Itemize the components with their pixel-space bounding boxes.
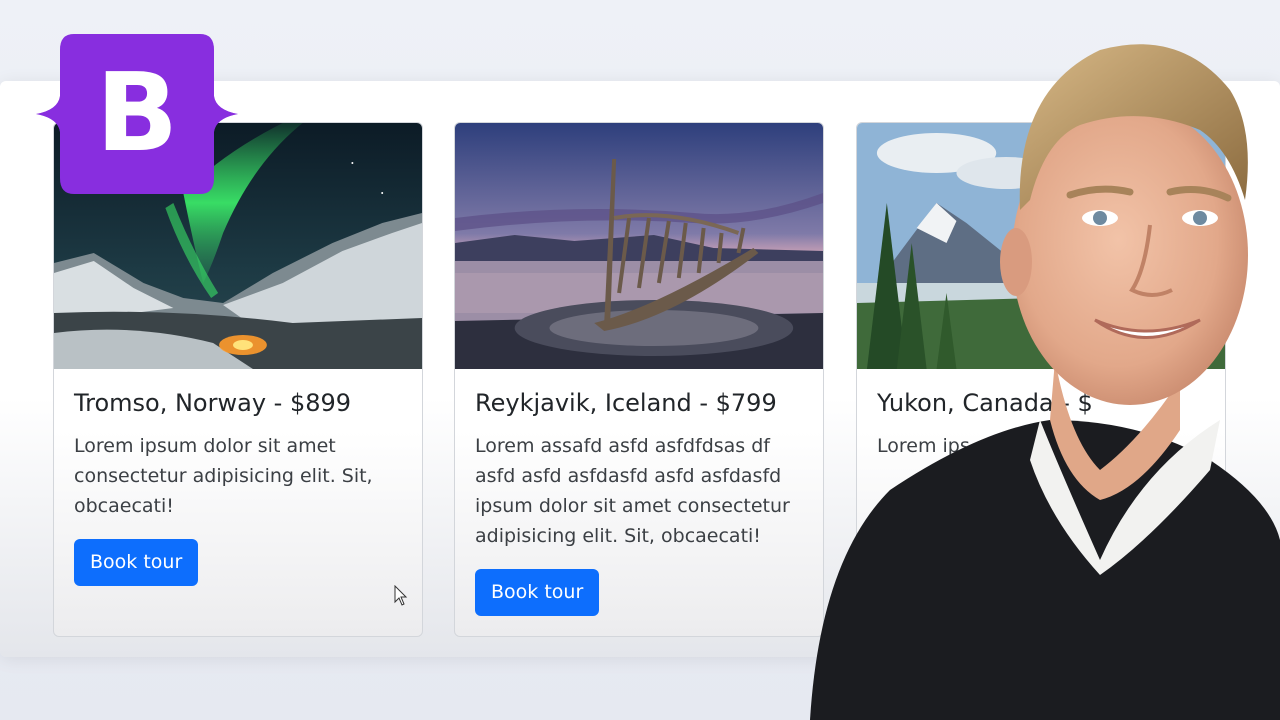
- mouse-cursor-icon: [394, 585, 408, 606]
- card-title: Tromso, Norway - $899: [74, 389, 352, 417]
- card-image-sun-voyager: [455, 123, 823, 369]
- card-text: Lorem ipsum dolor sit amet consectetur a…: [74, 435, 373, 517]
- bootstrap-logo-letter: B: [95, 51, 179, 176]
- tour-card-tromso: Tromso, Norway - $899 Lorem ipsum dolor …: [53, 122, 423, 637]
- bootstrap-logo-icon: B: [36, 34, 238, 194]
- book-tour-button-reykjavik[interactable]: Book tour: [475, 569, 600, 616]
- card-title: Reykjavik, Iceland - $799: [475, 389, 777, 417]
- tour-card-reykjavik: Reykjavik, Iceland - $799 Lorem assafd a…: [454, 122, 824, 637]
- book-tour-button-tromso[interactable]: Book tour: [74, 539, 199, 586]
- presenter-webcam-overlay: [810, 44, 1280, 720]
- card-text: Lorem assafd asfd asfdfdsas df asfd asfd…: [475, 435, 790, 547]
